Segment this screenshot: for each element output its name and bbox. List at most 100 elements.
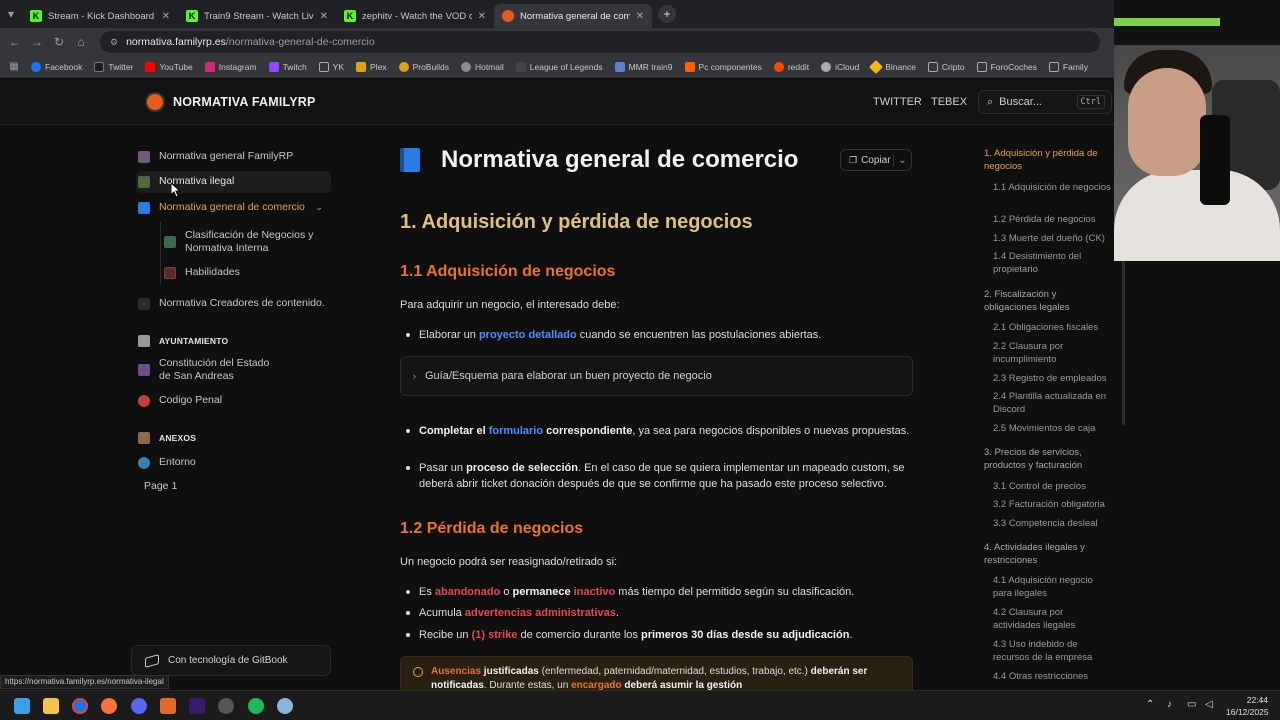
close-tab-icon[interactable]: ✕: [636, 11, 644, 22]
reload-icon[interactable]: ↻: [48, 35, 70, 49]
gitbook-badge[interactable]: Con tecnología de GitBook: [131, 645, 331, 676]
toc-item[interactable]: 3.1 Control de precios: [993, 480, 1111, 493]
new-tab-button[interactable]: +: [658, 5, 676, 23]
mouse-cursor-icon: [171, 183, 181, 198]
browser-tab[interactable]: K Train9 Stream - Watch Live on Kick ✕: [178, 4, 336, 28]
toc-item[interactable]: 3. Precios de servicios, productos y fac…: [984, 446, 1110, 472]
bookmark[interactable]: Binance: [869, 59, 916, 74]
firefox-icon[interactable]: [101, 698, 117, 714]
bookmark[interactable]: League of Legends: [515, 61, 603, 72]
sidebar-item-clasificacion[interactable]: Clasificación de Negocios y Normativa In…: [164, 229, 314, 255]
spotify-icon[interactable]: [248, 698, 264, 714]
bookmark[interactable]: MMR train9: [614, 61, 673, 72]
bookmark[interactable]: Facebook: [31, 61, 82, 72]
toc-item[interactable]: 1.4 Desistimiento del propietario: [993, 250, 1111, 276]
proyecto-detallado-link[interactable]: proyecto detallado: [479, 329, 577, 341]
tebex-link[interactable]: TEBEX: [931, 96, 967, 108]
toc-item[interactable]: 3.3 Competencia desleal: [993, 517, 1111, 530]
section-title: ANEXOS: [159, 433, 197, 443]
close-tab-icon[interactable]: ✕: [320, 11, 328, 22]
toc-item[interactable]: 2.4 Plantilla actualizada en Discord: [993, 390, 1111, 416]
bookmark-folder[interactable]: ForoCoches: [976, 61, 1037, 72]
chevron-up-icon[interactable]: ⌃: [1146, 699, 1154, 710]
site-title[interactable]: NORMATIVA FAMILYRP: [173, 95, 316, 109]
toc-item[interactable]: 1.1 Adquisición de negocios: [993, 181, 1111, 194]
sidebar-item-codigo-penal[interactable]: Codigo Penal: [138, 394, 331, 407]
toc-item[interactable]: 4. Actividades ilegales y restricciones: [984, 541, 1110, 567]
bookmark[interactable]: Twitter: [94, 61, 133, 72]
toc-item[interactable]: 3.2 Facturación obligatoria: [993, 498, 1111, 511]
toc-item[interactable]: 1. Adquisición y pérdida de negocios: [984, 147, 1110, 173]
toc-item[interactable]: 4.1 Adquisición negocio para ilegales: [993, 574, 1111, 600]
next-icon[interactable]: [189, 698, 205, 714]
binance-icon: [869, 59, 884, 74]
browser-tab[interactable]: K zephitv - Watch the VOD on Kick ✕: [336, 4, 494, 28]
microphone-tray-icon[interactable]: ♪: [1167, 699, 1172, 710]
folder-icon: [1048, 61, 1059, 72]
bookmark[interactable]: Instagram: [204, 61, 257, 72]
sidebar-item-normativa-comercio[interactable]: Normativa general de comercio ⌄: [138, 201, 331, 214]
formulario-link[interactable]: formulario: [489, 425, 543, 437]
system-clock[interactable]: 22:44 16/12/2025: [1226, 694, 1269, 718]
windows-start-icon[interactable]: [14, 698, 30, 714]
volume-icon[interactable]: ◁: [1205, 699, 1213, 710]
sidebar-item-constitucion[interactable]: Constitución del Estado de San Andreas: [138, 357, 331, 383]
obs-icon[interactable]: [218, 698, 234, 714]
twitter-link[interactable]: TWITTER: [873, 96, 922, 108]
network-icon[interactable]: ▭: [1187, 699, 1196, 710]
home-icon[interactable]: ⌂: [70, 35, 92, 49]
browser-tab-active[interactable]: Normativa general de comercio ✕: [494, 4, 652, 28]
settings-icon[interactable]: [277, 698, 293, 714]
text: Recibe un: [419, 629, 472, 641]
familyrp-logo-icon[interactable]: [145, 92, 165, 112]
bookmark[interactable]: Hotmail: [460, 61, 504, 72]
toc-item[interactable]: 2.2 Clausura por incumplimiento: [993, 340, 1111, 366]
toc-item[interactable]: 1.3 Muerte del dueño (CK): [993, 232, 1111, 245]
toc-item[interactable]: 4.2 Clausura por actividades ilegales: [993, 606, 1111, 632]
browser-tab[interactable]: K Stream - Kick Dashboard ✕: [22, 4, 178, 28]
chrome-icon[interactable]: [72, 698, 88, 714]
file-explorer-icon[interactable]: [43, 698, 59, 714]
bookmark[interactable]: Plex: [356, 61, 387, 72]
chevron-down-icon[interactable]: ⌄: [893, 154, 911, 166]
sidebar-item-label: Page 1: [144, 480, 178, 492]
bookmark[interactable]: iCloud: [821, 61, 859, 72]
sidebar-item-normativa-general[interactable]: Normativa general FamilyRP: [138, 150, 331, 163]
heading-1-2: 1.2 Pérdida de negocios: [400, 520, 584, 537]
bookmark-folder[interactable]: Family: [1048, 61, 1088, 72]
clock-time: 22:44: [1246, 695, 1268, 705]
close-tab-icon[interactable]: ✕: [478, 11, 486, 22]
chevron-down-icon[interactable]: ⌄: [315, 201, 323, 214]
close-tab-icon[interactable]: ✕: [162, 11, 170, 22]
bookmark[interactable]: ProBuilds: [398, 61, 449, 72]
toc-item[interactable]: 2. Fiscalización y obligaciones legales: [984, 288, 1110, 314]
toc-item[interactable]: 2.3 Registro de empleados: [993, 372, 1111, 385]
toc-item[interactable]: 4.4 Otras restricciones: [993, 670, 1111, 679]
bookmark-folder[interactable]: YK: [318, 61, 344, 72]
toc-item[interactable]: 1.2 Pérdida de negocios: [993, 213, 1111, 226]
back-icon[interactable]: ←: [4, 35, 26, 49]
sidebar-item-normativa-ilegal[interactable]: Normativa ilegal: [136, 171, 331, 193]
app-icon[interactable]: [160, 698, 176, 714]
bookmark[interactable]: Twitch: [268, 61, 307, 72]
discord-icon[interactable]: [131, 698, 147, 714]
tab-list-icon[interactable]: ▾: [0, 7, 22, 21]
apps-grid-icon[interactable]: ▦: [3, 61, 25, 72]
toc-item[interactable]: 2.1 Obligaciones fiscales: [993, 321, 1111, 334]
expandable-details[interactable]: › Guía/Esquema para elaborar un buen pro…: [400, 356, 913, 396]
sidebar-item-habilidades[interactable]: Habilidades: [164, 266, 357, 279]
bookmark-folder[interactable]: Cripto: [927, 61, 965, 72]
bookmark[interactable]: Pc componentes: [684, 61, 762, 72]
toc-item[interactable]: 4.3 Uso indebido de recursos de la empre…: [993, 638, 1111, 664]
site-info-icon[interactable]: ⚙: [110, 37, 118, 48]
search-input[interactable]: ⌕ Buscar... Ctrl: [978, 90, 1112, 114]
sidebar-item-entorno[interactable]: Entorno: [138, 456, 331, 469]
toc-item[interactable]: 2.5 Movimientos de caja: [993, 422, 1111, 435]
copy-button[interactable]: ❐ Copiar ⌄: [840, 149, 912, 171]
forward-icon[interactable]: →: [26, 35, 48, 49]
bookmark[interactable]: reddit: [773, 61, 809, 72]
sidebar-item-creadores[interactable]: Normativa Creadores de contenido.: [138, 297, 331, 310]
bookmark[interactable]: YouTube: [145, 61, 193, 72]
url-input[interactable]: ⚙ normativa.familyrp.es/normativa-genera…: [100, 31, 1100, 53]
sidebar-item-page-1[interactable]: Page 1: [144, 480, 337, 493]
